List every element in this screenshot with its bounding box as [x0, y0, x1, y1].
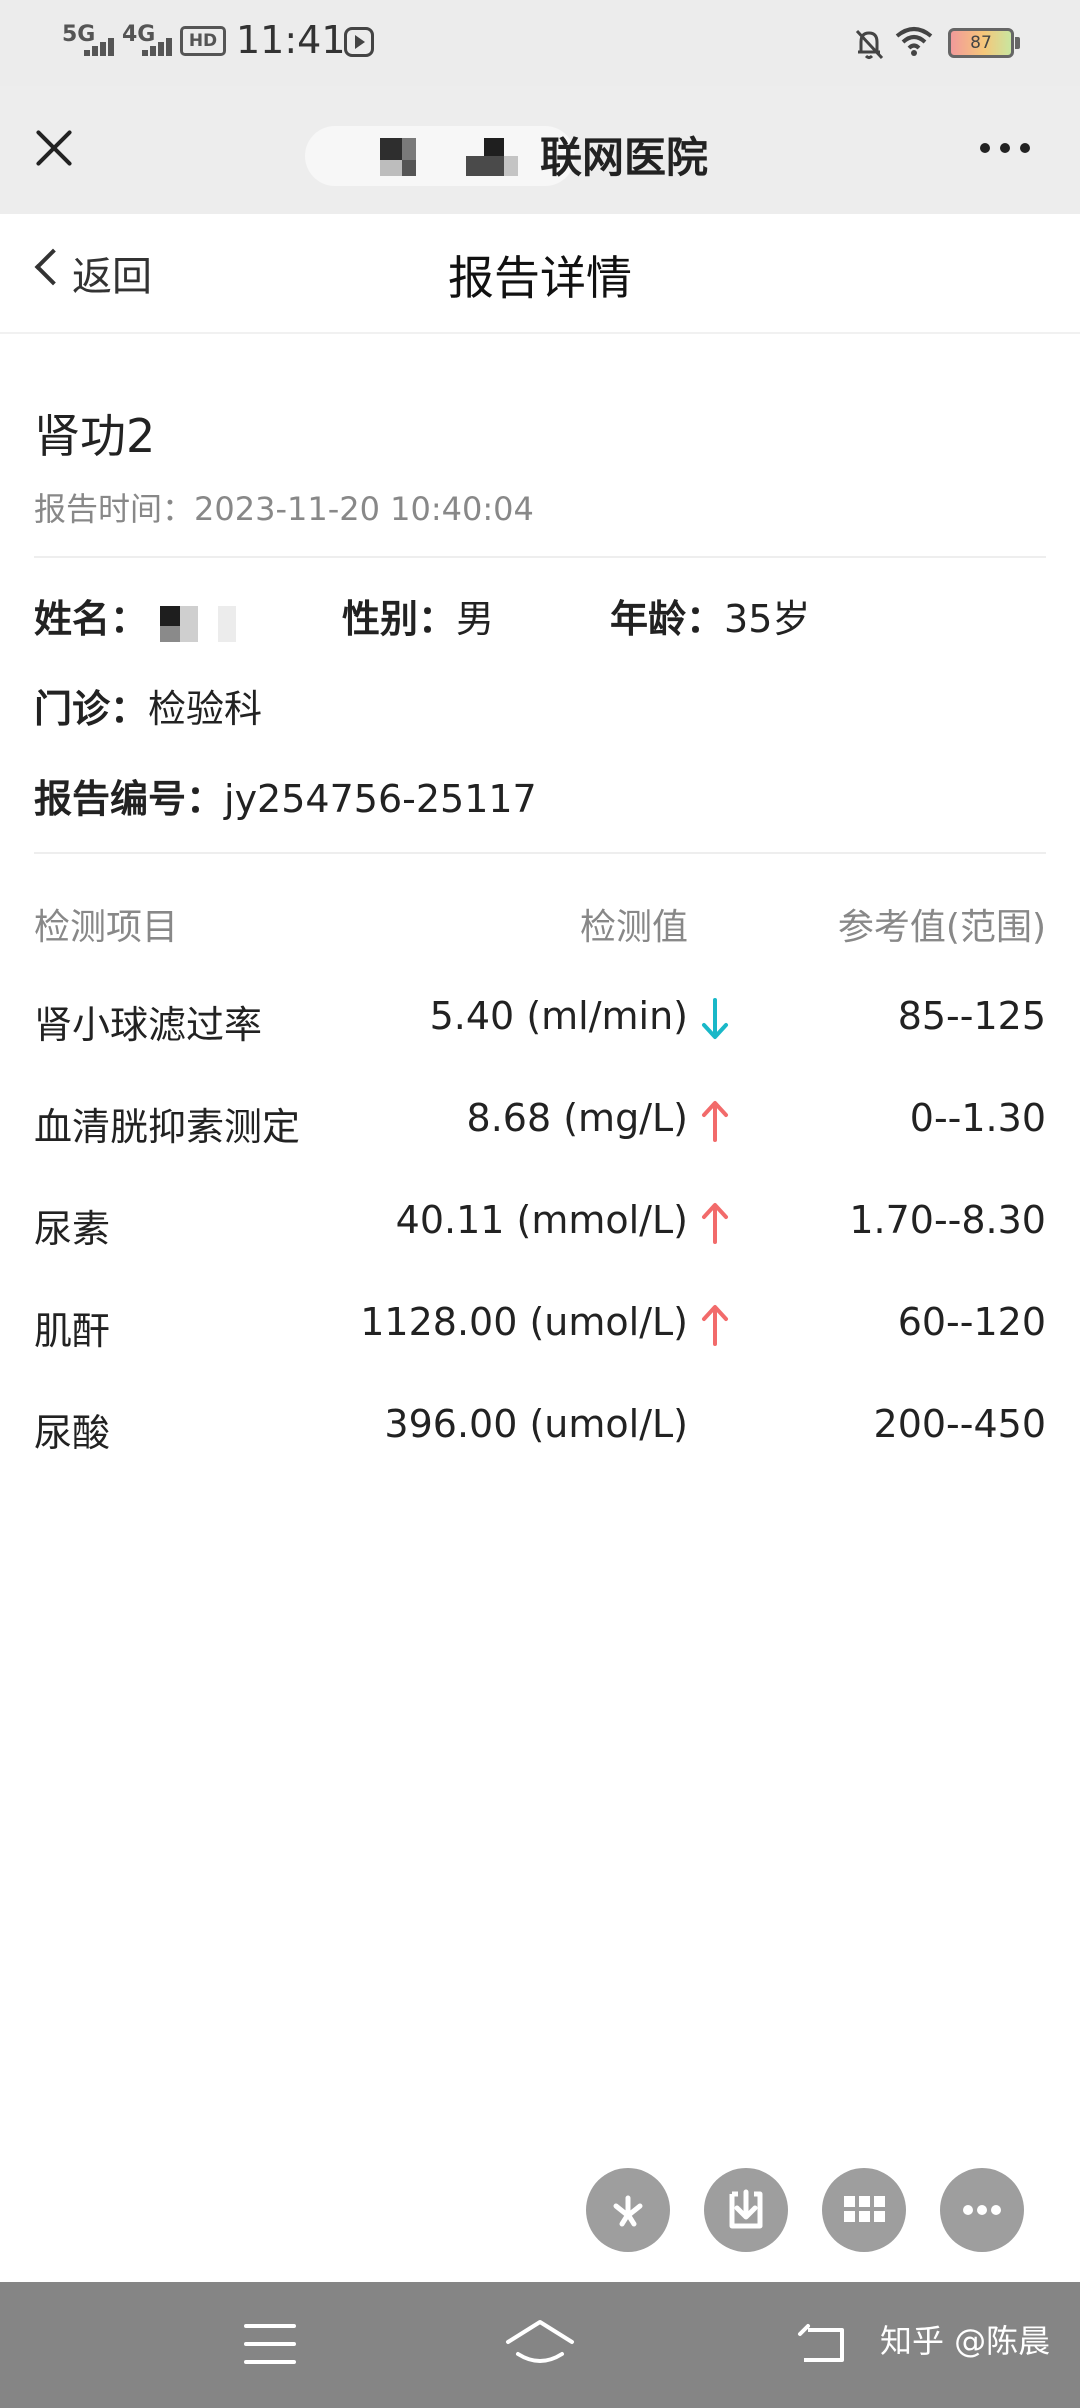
patient-age-label: 年龄： [610, 597, 725, 641]
test-item: 血清胱抑素测定 [34, 1105, 301, 1149]
test-value: 40.11 (mmol/L) [395, 1198, 688, 1242]
patient-name-label: 姓名： [34, 597, 149, 641]
table-row: 尿素 40.11 (mmol/L) 1.70--8.30 [0, 1198, 1080, 1300]
watermark: 知乎 @陈晨 [880, 2322, 1051, 2360]
signal-bars-icon [84, 36, 118, 56]
divider [34, 852, 1046, 854]
test-item: 尿素 [34, 1207, 111, 1251]
more-icon [963, 2205, 1001, 2215]
signal-bars-icon [142, 36, 176, 56]
column-header-item: 检测项目 [34, 907, 179, 948]
page-nav-bar: 返回 报告详情 [0, 214, 1080, 334]
divider [34, 556, 1046, 558]
reference-range: 1.70--8.30 [849, 1198, 1046, 1242]
back-icon[interactable] [796, 2322, 848, 2366]
home-icon[interactable] [504, 2318, 576, 2368]
column-header-reference: 参考值(范围) [837, 907, 1046, 948]
download-button[interactable] [704, 2168, 788, 2252]
report-number-label: 报告编号： [34, 777, 225, 821]
test-item: 肌酐 [34, 1309, 111, 1353]
more-actions-button[interactable] [940, 2168, 1024, 2252]
clinic-field: 门诊：检验科 [34, 678, 262, 733]
status-time: 11:41 [236, 18, 346, 62]
grid-menu-button[interactable] [822, 2168, 906, 2252]
close-icon[interactable] [34, 128, 74, 168]
patient-name-field: 姓名： [34, 588, 148, 643]
grid-icon [844, 2196, 885, 2222]
redacted-mosaic [380, 138, 530, 188]
table-row: 肾小球滤过率 5.40 (ml/min) 85--125 [0, 994, 1080, 1096]
reference-range: 60--120 [897, 1300, 1046, 1344]
test-item: 肾小球滤过率 [34, 1003, 263, 1047]
report-number-value: jy254756-25117 [224, 777, 537, 821]
clinic-value: 检验科 [148, 687, 263, 731]
patient-gender-label: 性别： [342, 597, 457, 641]
report-time-value: 2023-11-20 10:40:04 [194, 490, 534, 528]
download-icon [729, 2189, 763, 2229]
test-value: 396.00 (umol/L) [384, 1402, 688, 1446]
status-bar: 5G 4G HD 11:41 87 [0, 0, 1080, 86]
spark-icon [613, 2195, 643, 2227]
report-time: 报告时间：2023-11-20 10:40:04 [34, 484, 534, 530]
arrow-up-icon [702, 1305, 728, 1346]
test-value: 8.68 (mg/L) [466, 1096, 688, 1140]
arrow-up-icon [702, 1101, 728, 1142]
report-name: 肾功2 [34, 409, 156, 463]
mute-bell-icon [855, 29, 884, 60]
arrow-up-icon [702, 1203, 728, 1244]
system-navigation-bar: 知乎 @陈晨 [0, 2282, 1080, 2408]
patient-age-value: 35岁 [724, 597, 811, 641]
clinic-label: 门诊： [34, 687, 149, 731]
reference-range: 200--450 [873, 1402, 1046, 1446]
wifi-icon [895, 27, 933, 56]
table-row: 尿酸 396.00 (umol/L) 200--450 [0, 1402, 1080, 1504]
arrow-down-icon [702, 998, 728, 1039]
media-play-icon [344, 27, 374, 57]
more-options-icon[interactable] [980, 141, 1030, 155]
patient-gender-value: 男 [456, 597, 495, 641]
battery-icon: 87 [948, 28, 1020, 58]
hd-icon: HD [180, 26, 226, 56]
reference-range: 85--125 [897, 994, 1046, 1038]
test-value: 5.40 (ml/min) [429, 994, 688, 1038]
test-item: 尿酸 [34, 1411, 111, 1455]
column-header-value: 检测值 [579, 907, 688, 948]
menu-icon[interactable] [244, 2322, 296, 2366]
test-value: 1128.00 (umol/L) [360, 1300, 688, 1344]
spark-button[interactable] [586, 2168, 670, 2252]
table-row: 血清胱抑素测定 8.68 (mg/L) 0--1.30 [0, 1096, 1080, 1198]
report-time-label: 报告时间： [34, 490, 195, 528]
report-number-field: 报告编号：jy254756-25117 [34, 768, 537, 823]
patient-age-field: 年龄：35岁 [610, 588, 810, 643]
reference-range: 0--1.30 [909, 1096, 1046, 1140]
page-title: 报告详情 [448, 251, 632, 305]
window-title: 联网医院 [540, 133, 709, 182]
redacted-patient-name [160, 606, 240, 642]
table-row: 肌酐 1128.00 (umol/L) 60--120 [0, 1300, 1080, 1402]
patient-gender-field: 性别：男 [342, 588, 494, 643]
mini-program-title-bar: 联网医院 [0, 86, 1080, 214]
